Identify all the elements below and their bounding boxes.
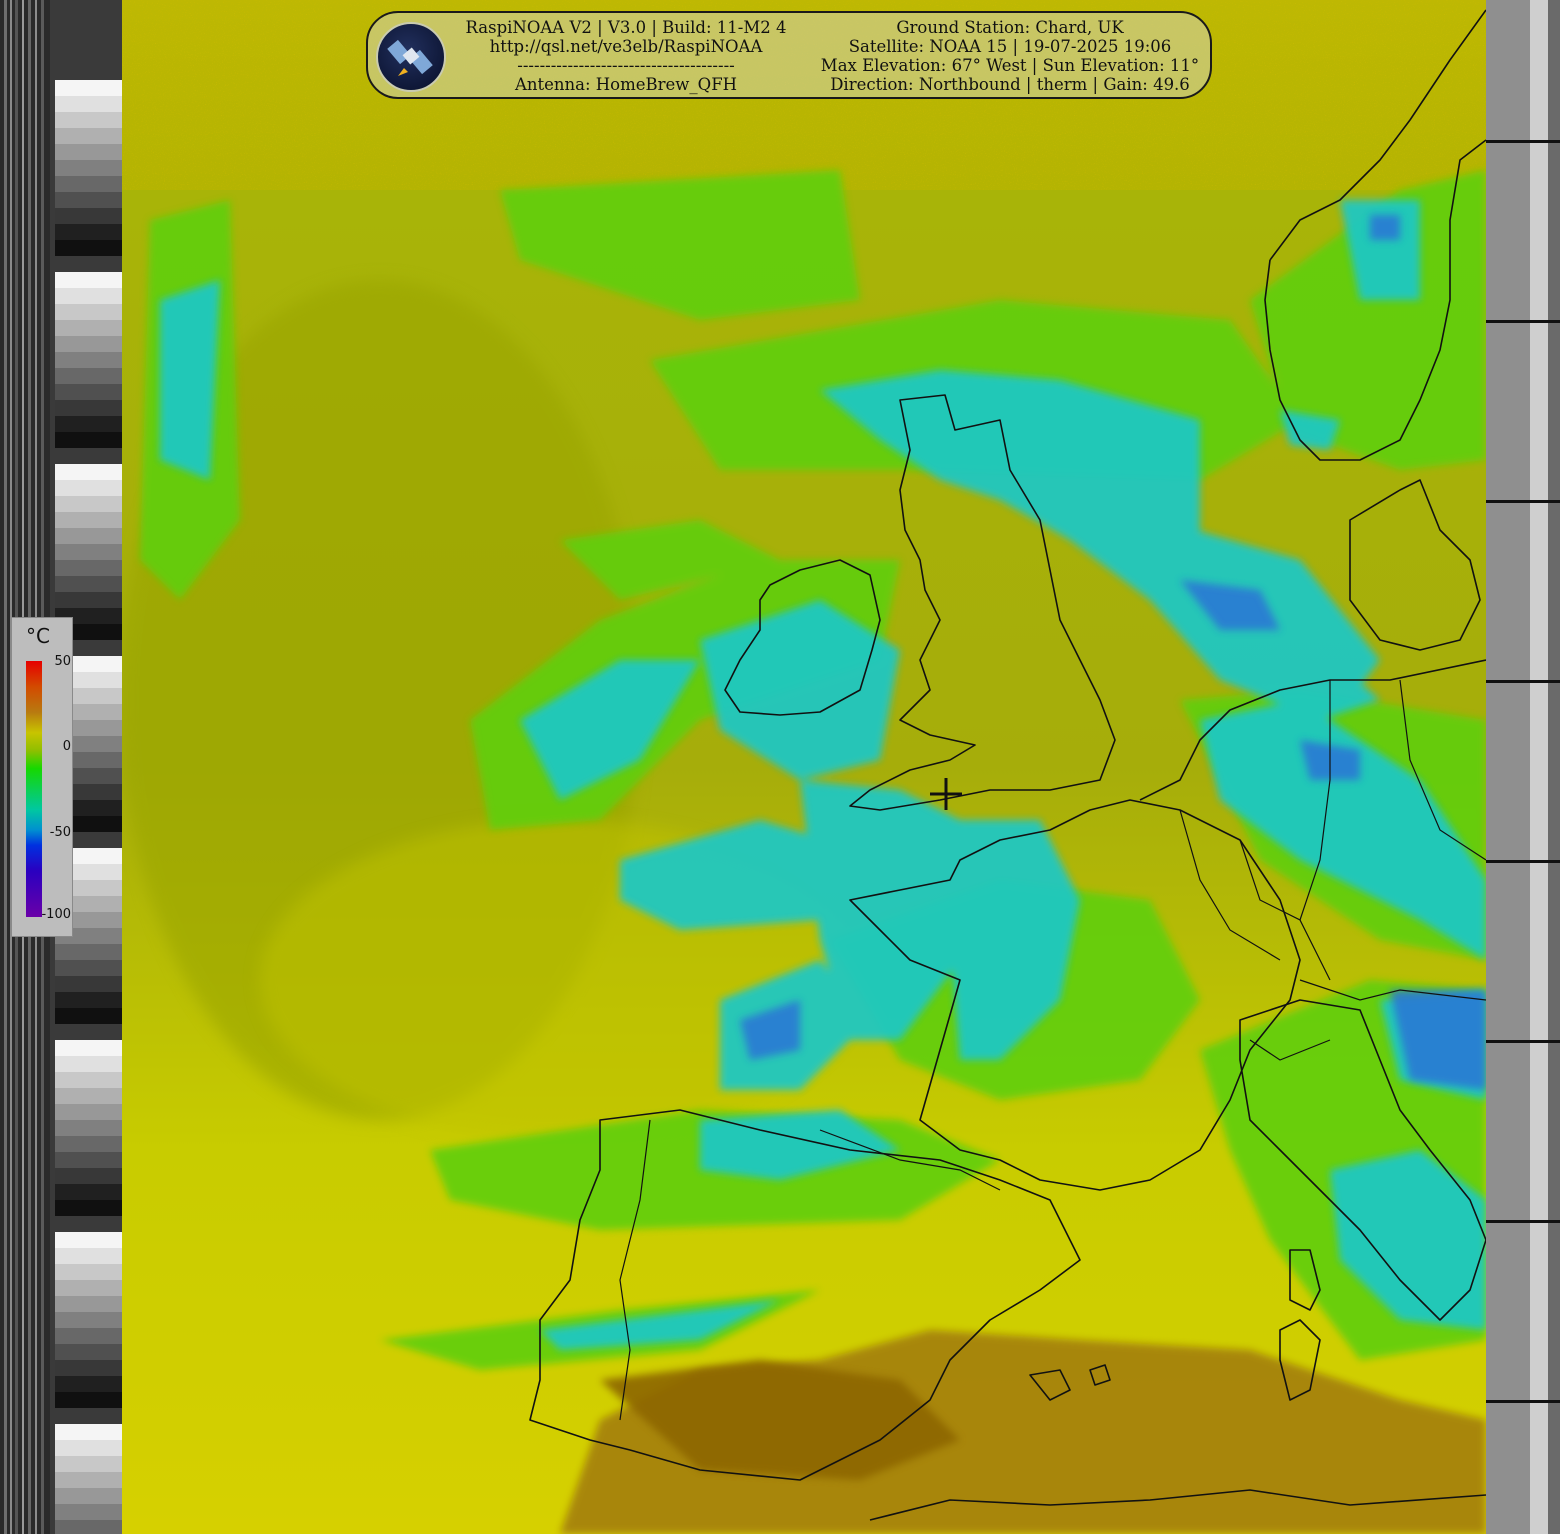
temperature-color-bar bbox=[26, 661, 42, 917]
pass-info-panel: RaspiNOAA V2 | V3.0 | Build: 11-M2 4 htt… bbox=[366, 11, 1212, 99]
calibration-wedge bbox=[55, 160, 122, 176]
calibration-wedge bbox=[55, 128, 122, 144]
calibration-wedge bbox=[55, 960, 122, 976]
calibration-wedge bbox=[55, 576, 122, 592]
calibration-wedge bbox=[55, 320, 122, 336]
scale-label-0: 0 bbox=[62, 739, 71, 754]
calibration-wedge bbox=[55, 1232, 122, 1248]
satellite-image: RaspiNOAA V2 | V3.0 | Build: 11-M2 4 htt… bbox=[0, 0, 1560, 1534]
calibration-wedge bbox=[55, 1472, 122, 1488]
calibration-wedge bbox=[55, 240, 122, 256]
calibration-wedge bbox=[55, 192, 122, 208]
calibration-wedge bbox=[55, 208, 122, 224]
telemetry-marker bbox=[1486, 140, 1560, 143]
calibration-wedge bbox=[55, 1296, 122, 1312]
calibration-wedge bbox=[55, 1376, 122, 1392]
ground-station: Ground Station: Chard, UK bbox=[896, 18, 1124, 37]
raspinoaa-logo bbox=[376, 22, 446, 92]
elevation-info: Max Elevation: 67° West | Sun Elevation:… bbox=[820, 56, 1200, 75]
scale-label-minus-100: -100 bbox=[41, 907, 71, 922]
calibration-wedge bbox=[55, 1072, 122, 1088]
calibration-wedge bbox=[55, 1312, 122, 1328]
station-info-left: RaspiNOAA V2 | V3.0 | Build: 11-M2 4 htt… bbox=[458, 18, 794, 94]
calibration-wedge bbox=[55, 1360, 122, 1376]
telemetry-marker bbox=[1486, 1220, 1560, 1223]
calibration-wedge bbox=[55, 1248, 122, 1264]
calibration-wedge bbox=[55, 496, 122, 512]
calibration-wedge bbox=[55, 336, 122, 352]
calibration-wedge bbox=[55, 384, 122, 400]
calibration-wedge bbox=[55, 1264, 122, 1280]
calibration-wedge bbox=[55, 1504, 122, 1520]
calibration-wedge bbox=[55, 1120, 122, 1136]
calibration-wedge bbox=[55, 304, 122, 320]
calibration-wedge bbox=[55, 1424, 122, 1440]
telemetry-marker bbox=[1486, 1400, 1560, 1403]
calibration-wedge bbox=[55, 1104, 122, 1120]
antenna-info: Antenna: HomeBrew_QFH bbox=[514, 75, 738, 94]
scale-label-50: 50 bbox=[54, 654, 71, 669]
map-canvas bbox=[0, 0, 1560, 1534]
telemetry-marker bbox=[1486, 860, 1560, 863]
calibration-wedge bbox=[55, 1008, 122, 1024]
calibration-wedge bbox=[55, 528, 122, 544]
calibration-wedge bbox=[55, 96, 122, 112]
telemetry-marker bbox=[1486, 680, 1560, 683]
pass-info-right: Ground Station: Chard, UK Satellite: NOA… bbox=[814, 18, 1206, 94]
right-telemetry-strip bbox=[1486, 0, 1560, 1534]
calibration-wedge bbox=[55, 144, 122, 160]
calibration-wedge bbox=[55, 1136, 122, 1152]
calibration-wedge bbox=[55, 400, 122, 416]
calibration-wedge bbox=[55, 544, 122, 560]
calibration-wedge bbox=[55, 480, 122, 496]
calibration-wedge bbox=[55, 944, 122, 960]
calibration-wedge bbox=[55, 288, 122, 304]
telemetry-marker bbox=[1486, 1040, 1560, 1043]
calibration-wedge bbox=[55, 176, 122, 192]
calibration-wedge bbox=[55, 272, 122, 288]
calibration-wedge bbox=[55, 224, 122, 240]
calibration-wedge bbox=[55, 1344, 122, 1360]
calibration-wedge bbox=[55, 1488, 122, 1504]
calibration-wedge bbox=[55, 512, 122, 528]
calibration-wedge bbox=[55, 80, 122, 96]
calibration-wedge bbox=[55, 1520, 122, 1534]
calibration-wedge bbox=[55, 112, 122, 128]
calibration-wedge bbox=[55, 1456, 122, 1472]
separator-line: --------------------------------------- bbox=[517, 56, 735, 75]
calibration-wedge bbox=[55, 976, 122, 992]
calibration-wedge bbox=[55, 560, 122, 576]
calibration-wedge bbox=[55, 352, 122, 368]
calibration-wedge bbox=[55, 1392, 122, 1408]
temperature-unit: °C bbox=[26, 624, 50, 648]
calibration-wedge bbox=[55, 464, 122, 480]
calibration-wedge bbox=[55, 1168, 122, 1184]
calibration-wedge bbox=[55, 1040, 122, 1056]
calibration-wedge bbox=[55, 1152, 122, 1168]
satellite-icon bbox=[387, 39, 433, 76]
calibration-wedge bbox=[55, 416, 122, 432]
project-url: http://qsl.net/ve3elb/RaspiNOAA bbox=[489, 37, 763, 56]
telemetry-marker bbox=[1486, 500, 1560, 503]
telemetry-marker bbox=[1486, 320, 1560, 323]
temperature-legend: °C 50 0 -50 -100 bbox=[11, 617, 73, 937]
scale-label-minus-50: -50 bbox=[49, 825, 71, 840]
calibration-wedge bbox=[55, 992, 122, 1008]
direction-gain: Direction: Northbound | therm | Gain: 49… bbox=[830, 75, 1190, 94]
calibration-wedge bbox=[55, 1056, 122, 1072]
calibration-wedge bbox=[55, 432, 122, 448]
calibration-wedge bbox=[55, 1088, 122, 1104]
calibration-wedge bbox=[55, 1200, 122, 1216]
calibration-wedge bbox=[55, 368, 122, 384]
satellite-datetime: Satellite: NOAA 15 | 19-07-2025 19:06 bbox=[848, 37, 1172, 56]
calibration-wedge bbox=[55, 1184, 122, 1200]
calibration-wedge bbox=[55, 1280, 122, 1296]
calibration-wedge bbox=[55, 1328, 122, 1344]
calibration-wedge bbox=[55, 592, 122, 608]
calibration-wedge bbox=[55, 1440, 122, 1456]
software-version: RaspiNOAA V2 | V3.0 | Build: 11-M2 4 bbox=[465, 18, 787, 37]
